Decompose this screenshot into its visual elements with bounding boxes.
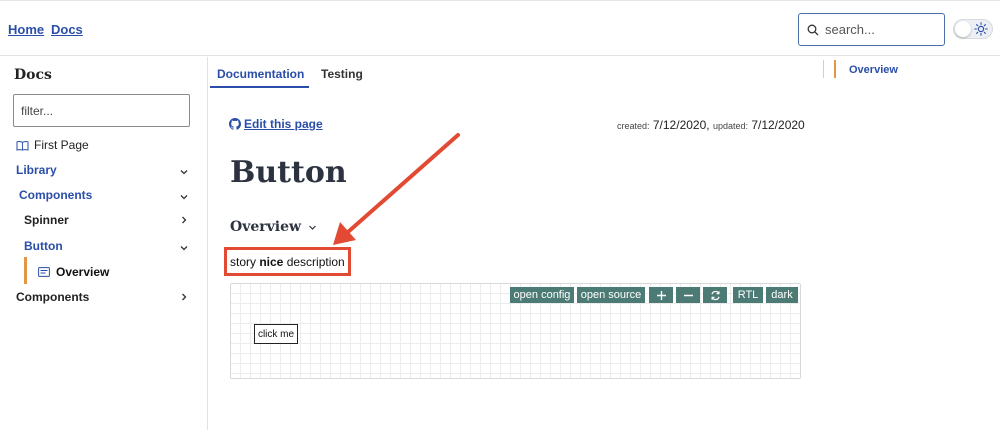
edit-page-link[interactable]: Edit this page [229,117,323,131]
sidebar-item-label: Overview [56,265,110,279]
updated-label: updated: [712,121,748,131]
chevron-right-icon[interactable] [180,216,188,224]
tab-documentation[interactable]: Documentation [217,67,304,81]
sidebar-item-first-page[interactable]: First Page [16,138,89,152]
click-me-button[interactable]: click me [254,324,298,344]
toc-divider [823,60,824,78]
zoom-in-button[interactable] [649,287,673,303]
sidebar-item-label: Components [19,188,93,202]
dark-mode-button[interactable]: dark [766,287,798,303]
open-config-button[interactable]: open config [510,287,574,303]
toc-item-overview[interactable]: Overview [849,64,898,76]
minus-icon [683,294,693,296]
sidebar-item-label: Spinner [24,213,69,227]
search-box[interactable] [798,13,945,46]
overview-heading-label: Overview [230,219,302,235]
updated-date: 7/12/2020 [751,118,805,132]
created-date: 7/12/2020 [652,118,707,132]
open-source-button[interactable]: open source [577,287,645,303]
annotation-highlight-box [224,247,351,276]
sidebar-item-overview[interactable]: Overview [38,265,109,279]
story-preview: open config open source RTL dark click m… [230,283,801,379]
page-dates: created: 7/12/2020, updated: 7/12/2020 [617,118,805,132]
tab-testing[interactable]: Testing [321,67,363,81]
sidebar-item-label: Library [16,163,57,177]
edit-page-label: Edit this page [244,117,323,131]
sidebar-item-components[interactable]: Components [19,188,92,202]
sidebar-title: Docs [14,67,52,83]
active-tab-underline [210,86,309,88]
sun-icon [974,22,988,36]
chevron-down-icon [309,225,316,230]
toc-active-indicator [834,60,836,78]
chevron-right-icon[interactable] [180,293,188,301]
page-title: Button [230,155,347,190]
active-item-indicator [24,257,27,284]
sidebar-item-label: Components [16,290,90,304]
overview-heading[interactable]: Overview [230,219,317,235]
sidebar-item-components-2[interactable]: Components [16,290,89,304]
toggle-knob [955,21,971,37]
nav-link-home[interactable]: Home [8,22,44,37]
chevron-down-icon[interactable] [180,168,188,176]
zoom-out-button[interactable] [676,287,700,303]
top-header: Home Docs [0,0,1000,56]
github-icon [229,118,241,130]
chevron-down-icon[interactable] [180,193,188,201]
created-label: created: [617,121,650,131]
reset-button[interactable] [703,287,727,303]
document-icon [38,267,50,277]
refresh-icon [710,290,720,300]
sidebar-item-label: Button [24,239,63,253]
sidebar-item-label: First Page [34,138,89,152]
book-icon [16,140,29,151]
sidebar: Docs First Page Library Components Spinn… [0,57,208,430]
chevron-down-icon[interactable] [180,244,188,252]
search-icon [807,24,819,35]
sidebar-item-library[interactable]: Library [16,163,196,177]
theme-toggle[interactable] [953,19,993,39]
sidebar-item-button[interactable]: Button [24,239,63,253]
filter-input[interactable] [13,94,190,127]
search-input[interactable] [825,22,935,37]
rtl-button[interactable]: RTL [733,287,763,303]
nav-link-docs[interactable]: Docs [51,22,83,37]
plus-icon [656,290,666,300]
sidebar-item-spinner[interactable]: Spinner [24,213,69,227]
